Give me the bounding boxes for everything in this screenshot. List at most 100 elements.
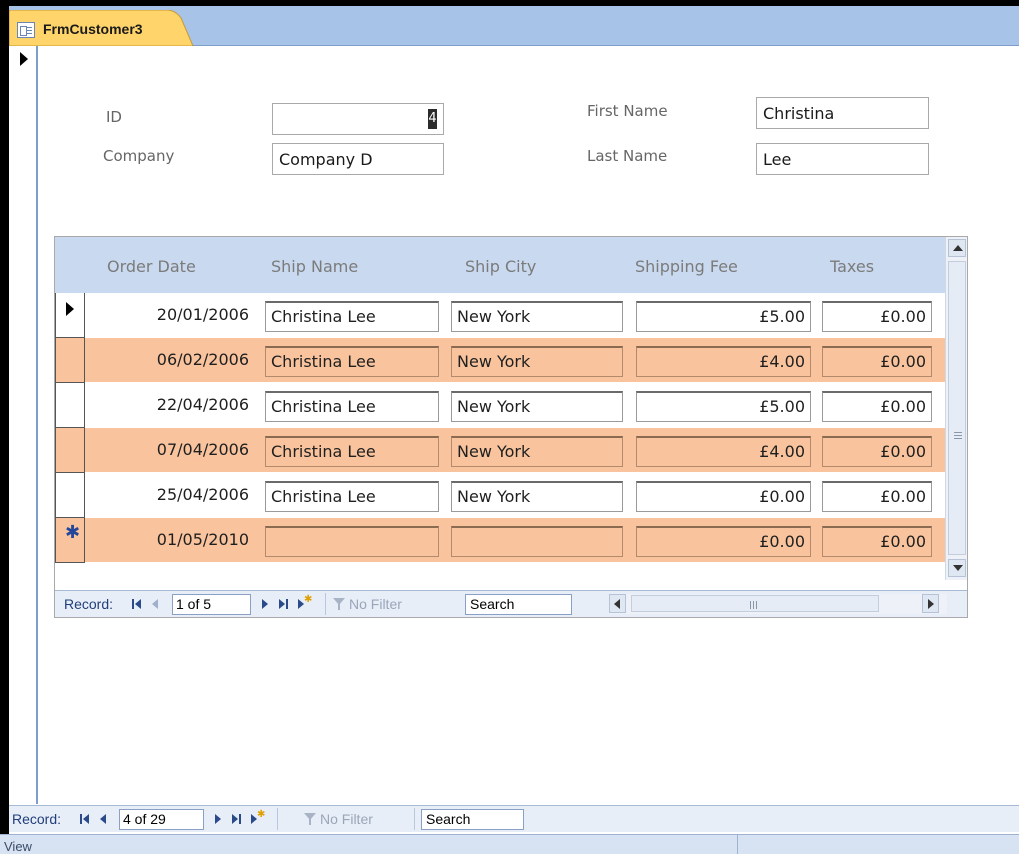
row-selector[interactable] xyxy=(55,383,85,428)
scroll-up-icon[interactable] xyxy=(948,239,966,257)
previous-record-icon[interactable] xyxy=(149,597,161,611)
last-name-field[interactable]: Lee xyxy=(756,143,929,175)
first-record-icon[interactable] xyxy=(79,812,91,826)
first-name-field[interactable]: Christina xyxy=(756,97,929,129)
company-label: Company xyxy=(103,147,175,165)
scroll-right-icon[interactable] xyxy=(922,594,939,613)
no-filter-label: No Filter xyxy=(320,811,373,827)
first-name-label: First Name xyxy=(587,102,668,120)
ship-city-cell[interactable]: New York xyxy=(451,301,623,332)
filter-icon xyxy=(304,813,316,825)
ship-city-cell[interactable] xyxy=(451,526,623,557)
ship-city-cell[interactable]: New York xyxy=(451,481,623,512)
table-row: 06/02/2006 Christina Lee New York £4.00 … xyxy=(55,338,945,383)
record-pointer-icon xyxy=(20,52,28,66)
column-header-order-date[interactable]: Order Date xyxy=(107,257,196,276)
row-selector[interactable] xyxy=(55,293,85,338)
shipping-fee-cell[interactable]: £5.00 xyxy=(636,301,811,332)
row-selector[interactable] xyxy=(55,428,85,473)
table-row: 22/04/2006 Christina Lee New York £5.00 … xyxy=(55,383,945,428)
order-date-cell[interactable]: 20/01/2006 xyxy=(87,301,255,332)
column-header-taxes[interactable]: Taxes xyxy=(830,257,874,276)
first-record-icon[interactable] xyxy=(131,597,143,611)
shipping-fee-cell[interactable]: £0.00 xyxy=(636,481,811,512)
taxes-cell[interactable]: £0.00 xyxy=(822,346,932,377)
search-field[interactable]: Search xyxy=(465,594,572,615)
record-label: Record: xyxy=(12,811,62,827)
ship-city-cell[interactable]: New York xyxy=(451,346,623,377)
last-record-icon[interactable] xyxy=(230,812,242,826)
scroll-down-icon[interactable] xyxy=(948,559,966,577)
no-filter-button[interactable]: No Filter xyxy=(333,596,402,612)
no-filter-label: No Filter xyxy=(349,596,402,612)
ship-name-cell[interactable]: Christina Lee xyxy=(265,391,439,422)
row-selector[interactable] xyxy=(55,473,85,518)
order-date-cell[interactable]: 07/04/2006 xyxy=(87,436,255,467)
taxes-cell[interactable]: £0.00 xyxy=(822,301,932,332)
main-record-selector[interactable] xyxy=(9,46,38,804)
table-row: 25/04/2006 Christina Lee New York £0.00 … xyxy=(55,473,945,518)
shipping-fee-cell[interactable]: £0.00 xyxy=(636,526,811,557)
document-tab-bar: FrmCustomer3 xyxy=(9,6,1019,46)
next-record-icon[interactable] xyxy=(259,597,271,611)
id-field[interactable]: 4 xyxy=(272,103,444,135)
last-record-icon[interactable] xyxy=(277,597,289,611)
status-divider xyxy=(737,835,738,854)
scroll-thumb[interactable] xyxy=(631,595,879,612)
id-label: ID xyxy=(106,108,122,126)
column-header-shipping-fee[interactable]: Shipping Fee xyxy=(635,257,738,276)
order-date-cell[interactable]: 01/05/2010 xyxy=(87,526,255,557)
order-date-cell[interactable]: 25/04/2006 xyxy=(87,481,255,512)
scroll-left-icon[interactable] xyxy=(609,594,626,613)
search-field[interactable]: Search xyxy=(421,809,524,830)
subform-horizontal-scrollbar[interactable] xyxy=(609,594,947,614)
window-frame-left xyxy=(0,0,9,854)
shipping-fee-cell[interactable]: £4.00 xyxy=(636,346,811,377)
id-value: 4 xyxy=(428,109,437,129)
new-record-row: ✱ 01/05/2010 £0.00 £0.00 xyxy=(55,518,945,563)
view-status-text: View xyxy=(4,839,32,854)
status-bar: View xyxy=(0,834,1019,854)
tab-title: FrmCustomer3 xyxy=(43,21,143,37)
taxes-cell[interactable]: £0.00 xyxy=(822,481,932,512)
record-label: Record: xyxy=(64,596,114,612)
filter-icon xyxy=(333,598,345,610)
ship-name-cell[interactable]: Christina Lee xyxy=(265,481,439,512)
ship-city-cell[interactable]: New York xyxy=(451,436,623,467)
new-record-icon[interactable] xyxy=(298,594,312,611)
taxes-cell[interactable]: £0.00 xyxy=(822,526,932,557)
subform-vertical-scrollbar[interactable] xyxy=(945,237,967,580)
next-record-icon[interactable] xyxy=(212,812,224,826)
no-filter-button[interactable]: No Filter xyxy=(304,811,373,827)
record-position-field[interactable]: 1 of 5 xyxy=(172,594,251,615)
last-name-label: Last Name xyxy=(587,147,668,165)
taxes-cell[interactable]: £0.00 xyxy=(822,436,932,467)
shipping-fee-cell[interactable]: £5.00 xyxy=(636,391,811,422)
row-selector[interactable]: ✱ xyxy=(55,518,85,563)
orders-subform: Order Date Ship Name Ship City Shipping … xyxy=(54,236,968,618)
new-record-icon[interactable] xyxy=(251,809,265,826)
row-selector[interactable] xyxy=(55,338,85,383)
record-position-field[interactable]: 4 of 29 xyxy=(119,809,204,830)
ship-name-cell[interactable]: Christina Lee xyxy=(265,346,439,377)
document-tab-frmcustomer3[interactable]: FrmCustomer3 xyxy=(9,10,195,46)
shipping-fee-cell[interactable]: £4.00 xyxy=(636,436,811,467)
form-icon xyxy=(17,22,35,38)
grip-icon xyxy=(750,601,751,609)
ship-name-cell[interactable] xyxy=(265,526,439,557)
ship-city-cell[interactable]: New York xyxy=(451,391,623,422)
previous-record-icon[interactable] xyxy=(97,812,109,826)
ship-name-cell[interactable]: Christina Lee xyxy=(265,436,439,467)
column-header-ship-city[interactable]: Ship City xyxy=(465,257,536,276)
column-header-ship-name[interactable]: Ship Name xyxy=(271,257,358,276)
scroll-thumb[interactable] xyxy=(948,261,966,555)
nav-separator xyxy=(325,593,326,615)
ship-name-cell[interactable]: Christina Lee xyxy=(265,301,439,332)
table-row: 20/01/2006 Christina Lee New York £5.00 … xyxy=(55,293,945,338)
subform-header: Order Date Ship Name Ship City Shipping … xyxy=(55,237,945,293)
taxes-cell[interactable]: £0.00 xyxy=(822,391,932,422)
order-date-cell[interactable]: 22/04/2006 xyxy=(87,391,255,422)
subform-navigation-bar: Record: 1 of 5 No Filter Search xyxy=(55,590,967,617)
company-field[interactable]: Company D xyxy=(272,143,444,175)
order-date-cell[interactable]: 06/02/2006 xyxy=(87,346,255,377)
